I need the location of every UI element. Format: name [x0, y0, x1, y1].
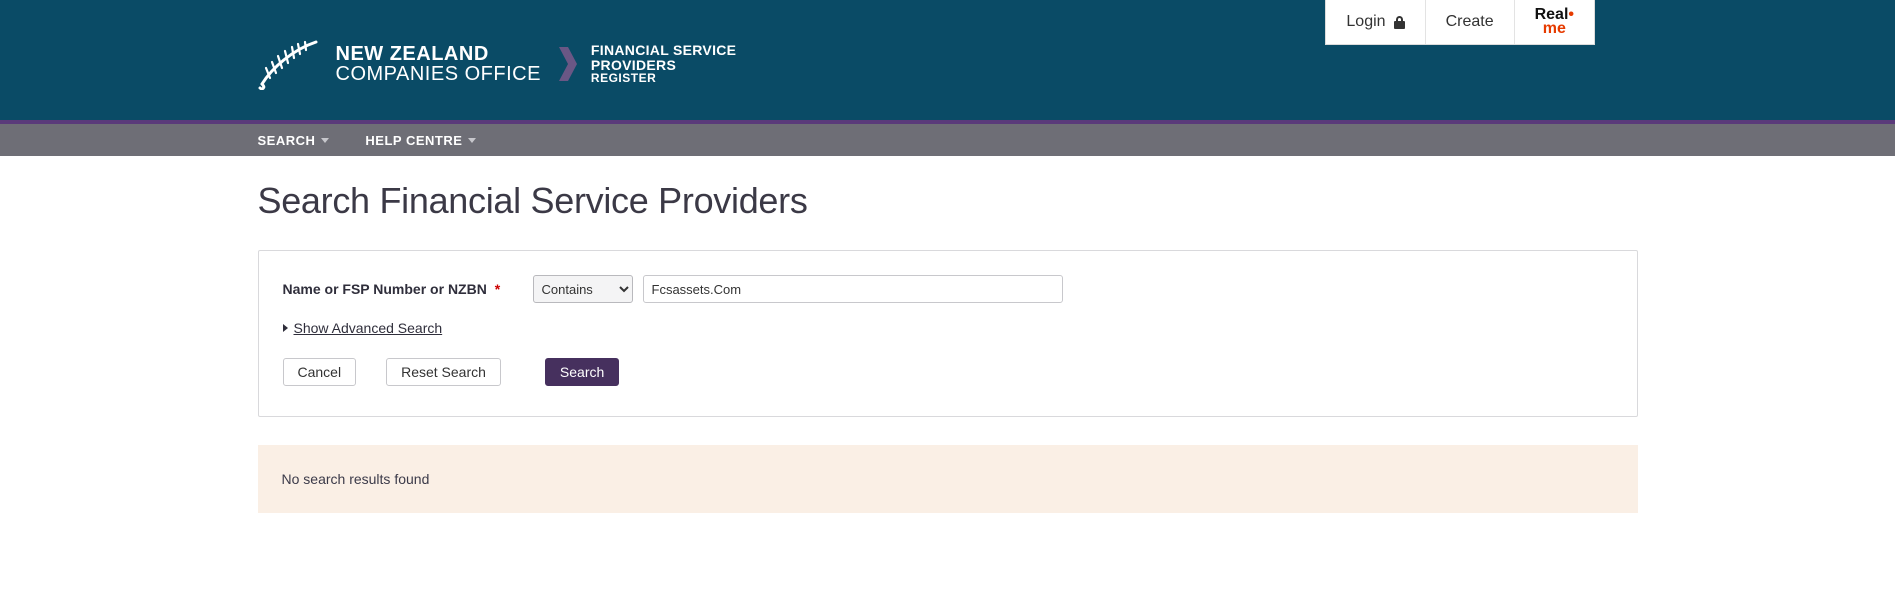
chevron-right-icon	[559, 47, 577, 81]
match-type-select[interactable]: Contains	[533, 275, 633, 303]
nav-help-label: HELP CENTRE	[365, 133, 462, 148]
primary-nav: SEARCH HELP CENTRE	[0, 124, 1895, 156]
nav-help-centre[interactable]: HELP CENTRE	[365, 133, 476, 148]
site-text: FINANCIAL SERVICE PROVIDERS REGISTER	[591, 43, 736, 85]
brand-line2: COMPANIES OFFICE	[336, 64, 541, 84]
top-right-panel: Login Create Real• me	[1325, 0, 1595, 45]
create-label: Create	[1446, 13, 1494, 31]
cancel-button[interactable]: Cancel	[283, 358, 357, 386]
brand-text: NEW ZEALAND COMPANIES OFFICE	[336, 44, 541, 84]
required-mark: *	[495, 281, 500, 297]
create-link[interactable]: Create	[1426, 0, 1514, 44]
nav-search-label: SEARCH	[258, 133, 316, 148]
site-line3: REGISTER	[591, 72, 736, 85]
chevron-right-icon	[283, 324, 288, 332]
search-button[interactable]: Search	[545, 358, 619, 386]
site-line1: FINANCIAL SERVICE	[591, 43, 736, 58]
search-panel: Name or FSP Number or NZBN * Contains Sh…	[258, 250, 1638, 417]
secondary-buttons: Cancel Reset Search	[283, 358, 501, 386]
realme-link[interactable]: Real• me	[1515, 0, 1594, 44]
page-title: Search Financial Service Providers	[258, 180, 1638, 222]
site-line2: PROVIDERS	[591, 58, 736, 73]
advanced-label: Show Advanced Search	[294, 320, 443, 336]
search-input[interactable]	[643, 275, 1063, 303]
chevron-down-icon	[321, 138, 329, 143]
show-advanced-search-link[interactable]: Show Advanced Search	[283, 320, 443, 336]
realme-bottom: me	[1543, 22, 1566, 36]
main-content: Search Financial Service Providers Name …	[238, 156, 1658, 553]
realme-dot: •	[1568, 6, 1574, 23]
site-header: Login Create Real• me	[0, 0, 1895, 120]
nav-search[interactable]: SEARCH	[258, 133, 330, 148]
chevron-down-icon	[468, 138, 476, 143]
label-text: Name or FSP Number or NZBN	[283, 281, 487, 297]
lock-icon	[1394, 16, 1405, 29]
button-row: Cancel Reset Search Search	[283, 358, 1613, 386]
brand-line1: NEW ZEALAND	[336, 44, 541, 64]
search-field-label: Name or FSP Number or NZBN *	[283, 281, 533, 297]
login-label: Login	[1346, 13, 1385, 31]
search-field-row: Name or FSP Number or NZBN * Contains	[283, 275, 1613, 303]
no-results-message: No search results found	[258, 445, 1638, 513]
reset-search-button[interactable]: Reset Search	[386, 358, 501, 386]
login-link[interactable]: Login	[1326, 0, 1424, 44]
fern-logo-icon	[258, 38, 322, 90]
